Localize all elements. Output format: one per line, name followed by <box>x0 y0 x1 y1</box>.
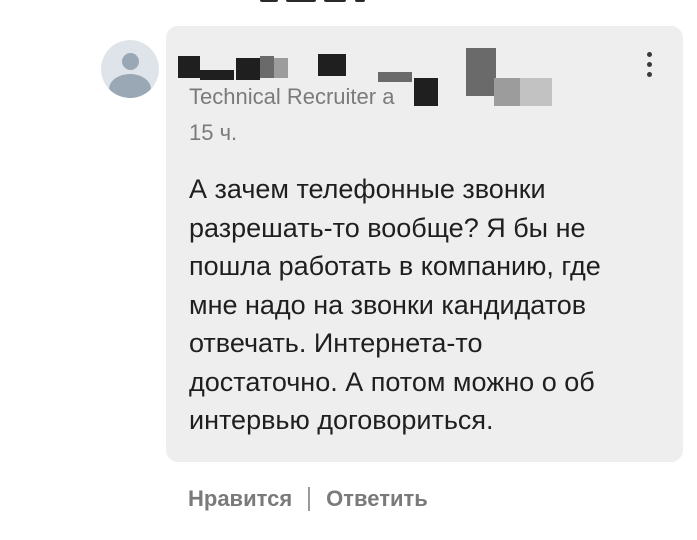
comment-actions: Нравится Ответить <box>188 486 428 512</box>
comment-timestamp: 15 ч. <box>189 120 238 145</box>
comment-screen: Technical Recruiter a 15 ч. А зачем теле… <box>0 0 697 540</box>
avatar-head-shape <box>122 53 139 70</box>
like-button[interactable]: Нравится <box>188 486 292 512</box>
actions-separator <box>308 487 311 511</box>
previous-comment-fragment <box>260 0 380 4</box>
more-vertical-icon <box>646 51 652 57</box>
reply-button[interactable]: Ответить <box>326 486 428 512</box>
more-options-button[interactable] <box>638 44 660 84</box>
avatar-body-shape <box>109 74 151 98</box>
more-vertical-icon-dot <box>646 71 652 77</box>
avatar[interactable] <box>101 40 159 98</box>
comment-text: А зачем телефонные звонки разрешать-то в… <box>189 174 601 435</box>
more-vertical-icon-dot <box>646 61 652 67</box>
author-job-title: Technical Recruiter a <box>189 84 395 109</box>
